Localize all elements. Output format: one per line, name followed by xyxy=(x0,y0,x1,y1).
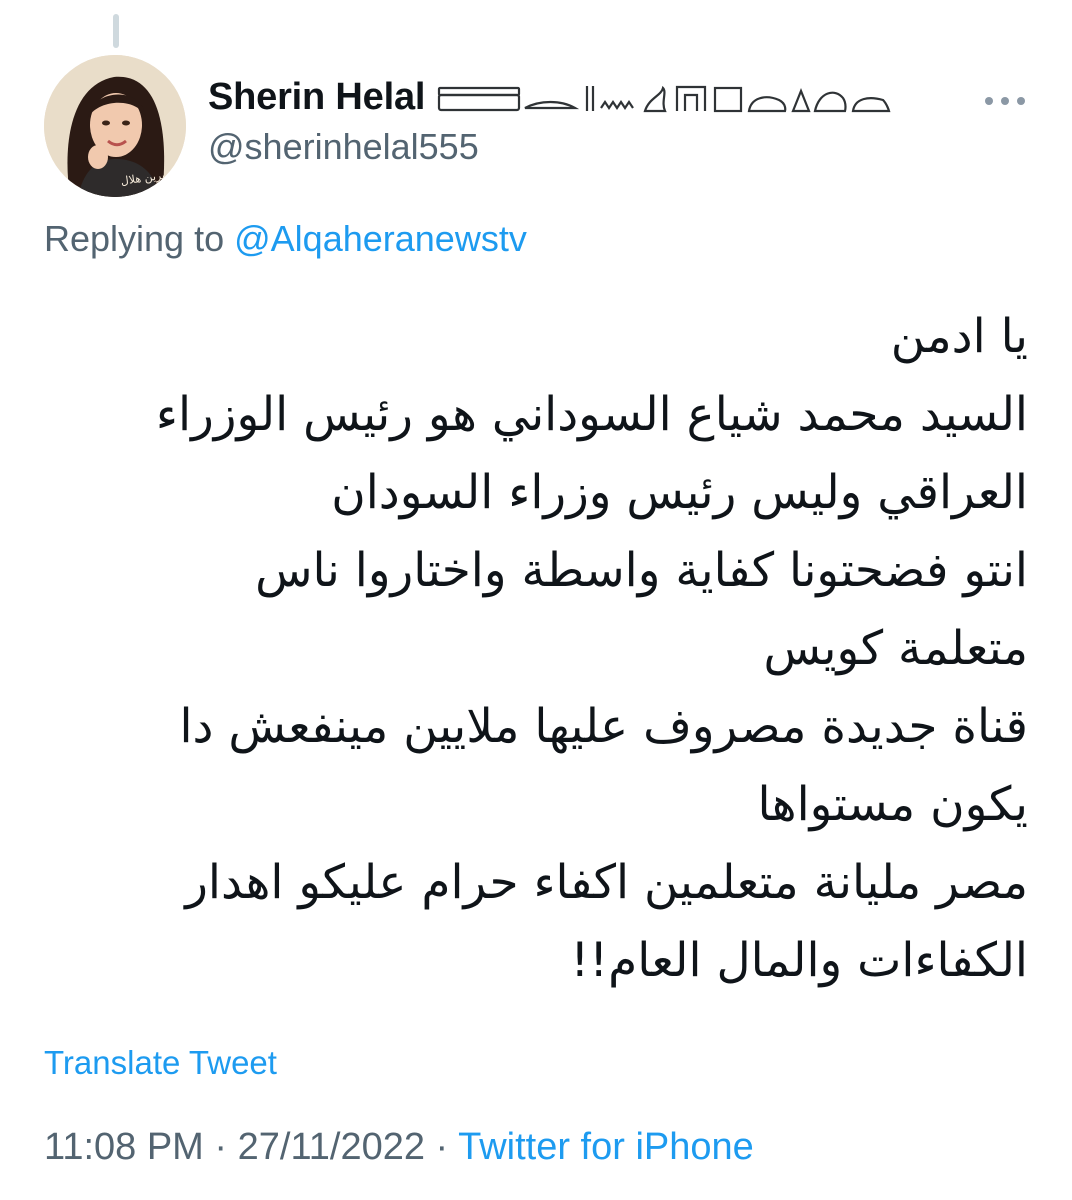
tweet-line: يا ادمن xyxy=(890,309,1028,364)
translate-tweet-link[interactable]: Translate Tweet xyxy=(44,1044,277,1082)
tweet-line: متعلمة كويس xyxy=(763,621,1028,676)
tweet-line: مصر مليانة متعلمين اكفاء حرام عليكو اهدا… xyxy=(185,855,1028,910)
tweet-text: يا ادمن السيد محمد شياع السوداني هو رئيس… xyxy=(38,298,1028,1000)
author-name-row[interactable]: Sherin Helal xyxy=(208,76,893,119)
author-handle[interactable]: @sherinhelal555 xyxy=(208,126,479,168)
tweet-metadata: 11:08 PM · 27/11/2022 · Twitter for iPho… xyxy=(44,1126,754,1169)
more-dot xyxy=(985,97,993,105)
tweet-time[interactable]: 11:08 PM xyxy=(44,1126,204,1168)
thread-connector-line xyxy=(113,14,119,48)
tweet-line: قناة جديدة مصروف عليها ملايين مينفعش دا xyxy=(179,699,1028,754)
more-dot xyxy=(1017,97,1025,105)
replying-to: Replying to @Alqaheranewstv xyxy=(44,218,527,260)
replying-to-handle-link[interactable]: @Alqaheranewstv xyxy=(234,218,527,259)
meta-separator: · xyxy=(425,1126,459,1168)
tweet-line: يكون مستواها xyxy=(757,777,1028,832)
meta-separator: · xyxy=(203,1126,238,1168)
tweet-line: السيد محمد شياع السوداني هو رئيس الوزراء xyxy=(155,387,1028,442)
tweet-source-link[interactable]: Twitter for iPhone xyxy=(458,1126,754,1168)
avatar[interactable]: شيرين هلال xyxy=(44,55,186,197)
tweet-line: الكفاءات والمال العام!! xyxy=(570,933,1028,988)
avatar-illustration: شيرين هلال xyxy=(44,55,186,197)
tweet-date[interactable]: 27/11/2022 xyxy=(238,1126,425,1168)
author-display-name[interactable]: Sherin Helal xyxy=(208,76,425,119)
replying-to-prefix: Replying to xyxy=(44,218,225,259)
tweet-line: انتو فضحتونا كفاية واسطة واختاروا ناس xyxy=(255,543,1028,598)
more-horizontal-icon[interactable] xyxy=(985,86,1025,116)
tweet-line: العراقي وليس رئيس وزراء السودان xyxy=(331,465,1028,520)
more-dot xyxy=(1001,97,1009,105)
hieroglyph-glyphs-icon xyxy=(435,78,893,118)
